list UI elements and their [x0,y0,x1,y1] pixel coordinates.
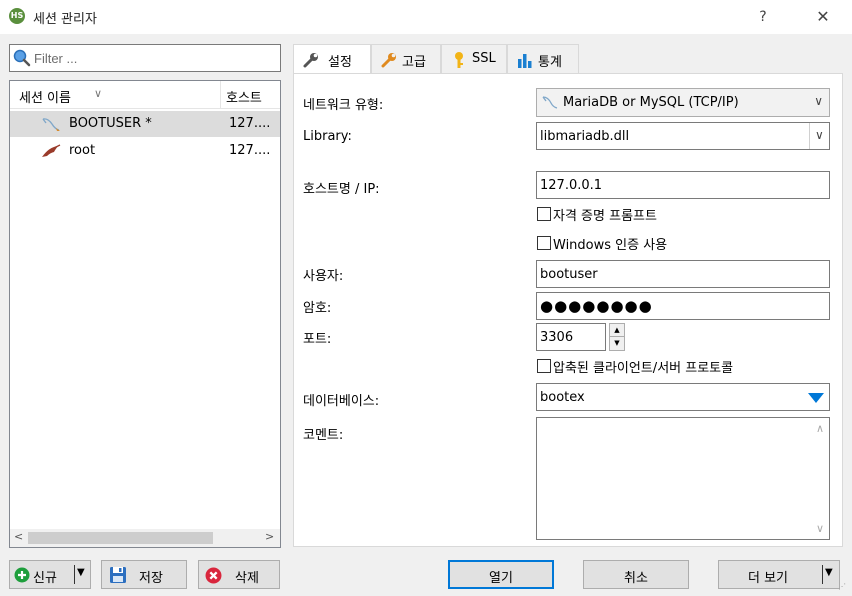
close-button[interactable]: ✕ [808,4,838,30]
tab-label: 고급 [402,55,426,70]
chevron-down-icon: ∨ [814,94,823,108]
network-type-label: 네트워크 유형: [303,98,384,113]
host-label: 호스트명 / IP: [303,182,380,197]
comment-label: 코멘트: [303,428,344,443]
cancel-button[interactable]: 취소 [583,560,689,589]
column-header-session-name[interactable]: 세션 이름 [19,87,71,106]
database-label: 데이터베이스: [303,394,380,409]
scrollbar-thumb[interactable] [28,532,213,544]
session-list[interactable]: 세션 이름 ∨ 호스트 BOOTUSER * 127.... root 127.… [9,80,281,548]
sort-chevron-down-icon: ∨ [94,87,103,100]
windows-auth-label: Windows 인증 사용 [553,238,668,253]
delete-icon [205,567,222,584]
prompt-credentials-checkbox[interactable] [537,207,551,221]
column-header-host[interactable]: 호스트 [226,87,262,106]
tab-statistics[interactable]: 통계 [507,44,579,73]
settings-tabs: 설정 고급 SSL 통계 [293,44,843,74]
library-select[interactable]: libmariadb.dll ∨ [536,122,830,150]
host-input[interactable]: 127.0.0.1 [536,171,830,199]
stepper-up-icon[interactable]: ▲ [610,324,624,337]
library-value: libmariadb.dll [540,129,630,144]
resize-grip-icon[interactable]: ⋰ [838,583,848,594]
mariadb-icon [42,144,61,157]
new-session-button[interactable]: 신규 ▼ [9,560,91,589]
search-icon [13,49,31,67]
filter-box [9,44,281,72]
new-button-label: 신규 [33,571,57,586]
key-icon [455,52,463,68]
port-label: 포트: [303,332,332,347]
column-divider[interactable] [220,81,221,109]
network-type-value: MariaDB or MySQL (TCP/IP) [563,95,739,110]
user-value: bootuser [540,267,598,282]
help-button[interactable]: ? [750,4,776,30]
session-name: root [69,143,96,158]
dropdown-triangle-icon[interactable] [808,393,824,403]
tab-label: SSL [472,51,496,66]
more-button-label: 더 보기 [748,571,789,586]
horizontal-scrollbar[interactable]: < > [10,529,280,547]
dropdown-arrow-icon[interactable]: ▼ [825,567,833,578]
tab-label: 설정 [328,55,352,70]
user-input[interactable]: bootuser [536,260,830,288]
scroll-right-icon[interactable]: > [265,530,274,543]
tab-settings[interactable]: 설정 [293,44,371,74]
session-row[interactable]: BOOTUSER * 127.... [10,111,280,137]
password-input[interactable]: ●●●●●●●● [536,292,830,320]
comment-textarea[interactable]: ∧ ∨ [536,417,830,540]
session-host: 127.... [229,116,271,131]
compressed-protocol-label: 압축된 클라이언트/서버 프로토콜 [553,361,734,376]
save-button[interactable]: 저장 [101,560,187,589]
split-divider [74,565,75,584]
port-input[interactable]: 3306 [536,323,606,351]
compressed-protocol-checkbox[interactable] [537,359,551,373]
windows-auth-checkbox[interactable] [537,236,551,250]
dropdown-arrow-icon[interactable]: ▼ [77,567,85,578]
chevron-down-icon: ∨ [815,128,824,142]
user-label: 사용자: [303,269,344,284]
window-title: 세션 관리자 [33,12,97,27]
bar-chart-icon [518,54,532,68]
session-name: BOOTUSER * [69,116,152,131]
network-type-select[interactable]: MariaDB or MySQL (TCP/IP) ∨ [536,88,830,117]
password-value: ●●●●●●●● [540,297,653,315]
wrench-icon [303,53,318,68]
prompt-credentials-label: 자격 증명 프롬프트 [553,209,657,224]
app-logo-icon: HS [9,8,25,24]
host-value: 127.0.0.1 [540,178,603,193]
session-row[interactable]: root 127.... [10,138,280,164]
filter-input[interactable] [34,49,274,67]
password-label: 암호: [303,301,332,316]
open-button[interactable]: 열기 [448,560,554,589]
add-icon [14,567,30,583]
more-button[interactable]: 더 보기 ▼ [718,560,840,589]
settings-panel: 네트워크 유형: MariaDB or MySQL (TCP/IP) ∨ Lib… [293,73,843,547]
scroll-down-icon[interactable]: ∨ [816,522,824,535]
stepper-down-icon[interactable]: ▼ [610,337,624,350]
port-value: 3306 [540,330,574,345]
wrench-icon [381,53,396,68]
tab-ssl[interactable]: SSL [441,44,507,73]
save-button-label: 저장 [139,571,163,586]
session-list-header: 세션 이름 ∨ 호스트 [10,81,280,109]
open-button-label: 열기 [489,571,513,586]
delete-button[interactable]: 삭제 [198,560,280,589]
delete-button-label: 삭제 [235,571,259,586]
title-bar: HS 세션 관리자 ? ✕ [0,0,852,34]
floppy-disk-icon [110,567,126,583]
scroll-up-icon[interactable]: ∧ [816,422,824,435]
mariadb-icon [542,96,558,109]
port-stepper[interactable]: ▲ ▼ [609,323,625,351]
cancel-button-label: 취소 [624,571,648,586]
library-label: Library: [303,129,352,144]
tab-advanced[interactable]: 고급 [371,44,441,73]
split-divider [822,565,823,584]
session-host: 127.... [229,143,271,158]
mariadb-icon [42,118,60,131]
scroll-left-icon[interactable]: < [14,530,23,543]
tab-label: 통계 [538,55,562,70]
database-input[interactable]: bootex [536,383,830,411]
database-value: bootex [540,390,585,405]
library-dropdown-button[interactable]: ∨ [809,123,829,149]
